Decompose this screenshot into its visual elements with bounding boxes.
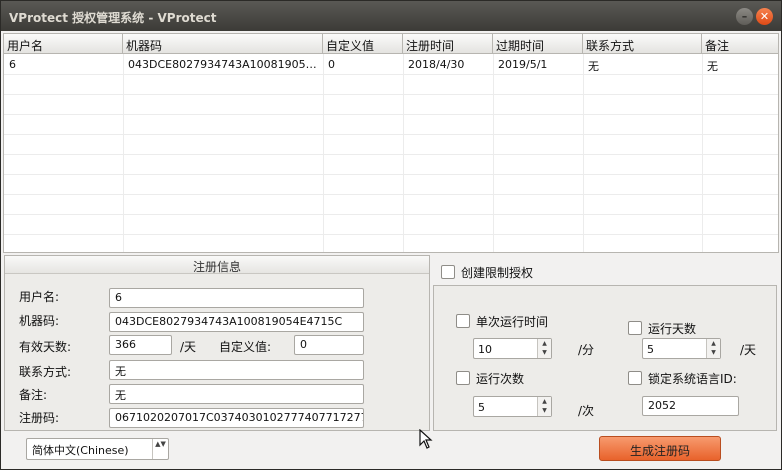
restrict-license-panel: 创建限制授权 单次运行时间 10 ▲ ▼ /分 运行天数 5 ▲ ▼ /天 运行次数…	[433, 255, 777, 431]
cell-note: 无	[707, 60, 718, 73]
language-select-value: 简体中文(Chinese)	[32, 444, 129, 457]
close-icon: ✕	[759, 10, 770, 23]
custom-value-input[interactable]: 0	[294, 335, 364, 355]
title-bar: VProtect 授权管理系统 - VProtect – ✕	[1, 1, 781, 31]
column-header-expire-time[interactable]: 过期时间	[493, 34, 583, 54]
run-count-checkbox[interactable]	[456, 371, 470, 385]
mouse-cursor-icon	[419, 429, 433, 449]
dropdown-icon[interactable]: ▲▼	[152, 439, 168, 459]
minimize-icon: –	[741, 10, 748, 23]
table-header: 用户名 机器码 自定义值 注册时间 过期时间 联系方式 备注	[4, 34, 778, 54]
machine-code-label: 机器码:	[19, 314, 60, 328]
username-label: 用户名:	[19, 290, 60, 304]
grid-line	[4, 174, 778, 175]
spin-down-icon[interactable]: ▼	[707, 348, 720, 357]
single-run-unit: /分	[578, 343, 595, 357]
grid-line	[4, 154, 778, 155]
spin-up-icon[interactable]: ▲	[538, 339, 551, 348]
minimize-button[interactable]: –	[736, 8, 753, 25]
grid-line	[4, 214, 778, 215]
run-count-spinner[interactable]: 5 ▲ ▼	[473, 396, 552, 417]
custom-value-label: 自定义值:	[219, 340, 272, 354]
cell-username: 6	[9, 58, 16, 71]
lock-language-checkbox[interactable]	[628, 371, 642, 385]
run-count-unit: /次	[578, 404, 595, 418]
registration-info-title: 注册信息	[5, 256, 429, 274]
cell-expire-time: 2019/5/1	[498, 58, 548, 71]
column-header-machine-code[interactable]: 机器码	[123, 34, 323, 54]
machine-code-input[interactable]: 043DCE8027934743A100819054E4715C	[109, 312, 364, 332]
note-input[interactable]: 无	[109, 384, 364, 404]
language-select[interactable]: 简体中文(Chinese) ▲▼	[26, 438, 169, 460]
run-days-spinner[interactable]: 5 ▲ ▼	[642, 338, 721, 359]
grid-line	[4, 114, 778, 115]
valid-days-input[interactable]: 366	[109, 335, 172, 355]
grid-line	[4, 194, 778, 195]
spin-up-icon[interactable]: ▲	[707, 339, 720, 348]
run-days-value: 5	[647, 343, 654, 356]
grid-line	[4, 134, 778, 135]
cell-custom-value: 0	[328, 58, 335, 71]
spin-up-icon[interactable]: ▲	[538, 397, 551, 406]
note-label: 备注:	[19, 388, 48, 402]
register-code-label: 注册码:	[19, 411, 60, 425]
cell-register-time: 2018/4/30	[408, 58, 465, 71]
create-restrict-checkbox[interactable]	[441, 265, 455, 279]
grid-line	[4, 94, 778, 95]
column-header-custom-value[interactable]: 自定义值	[323, 34, 403, 54]
single-run-value: 10	[478, 343, 492, 356]
column-header-username[interactable]: 用户名	[4, 34, 123, 54]
valid-days-label: 有效天数:	[19, 340, 72, 354]
spinner-arrows[interactable]: ▲ ▼	[537, 397, 551, 416]
grid-line	[4, 234, 778, 235]
grid-line	[4, 74, 778, 75]
contact-label: 联系方式:	[19, 365, 72, 379]
spin-down-icon[interactable]: ▼	[538, 348, 551, 357]
run-count-value: 5	[478, 401, 485, 414]
column-header-note[interactable]: 备注	[702, 34, 778, 54]
restrict-options-box: 单次运行时间 10 ▲ ▼ /分 运行天数 5 ▲ ▼ /天 运行次数 5 ▲ ▼ /…	[433, 285, 777, 431]
valid-days-unit: /天	[180, 340, 197, 354]
username-input[interactable]: 6	[109, 288, 364, 308]
column-header-contact[interactable]: 联系方式	[583, 34, 702, 54]
run-days-checkbox[interactable]	[628, 321, 642, 335]
run-days-unit: /天	[740, 343, 757, 357]
contact-input[interactable]: 无	[109, 360, 364, 380]
single-run-checkbox[interactable]	[456, 314, 470, 328]
cell-machine-code: 043DCE8027934743A100819054E4...	[128, 58, 323, 71]
window-title: VProtect 授权管理系统 - VProtect	[9, 11, 217, 25]
close-button[interactable]: ✕	[756, 8, 773, 25]
column-header-register-time[interactable]: 注册时间	[403, 34, 493, 54]
spin-down-icon[interactable]: ▼	[538, 406, 551, 415]
spinner-arrows[interactable]: ▲ ▼	[706, 339, 720, 358]
run-count-label: 运行次数	[476, 372, 525, 386]
run-days-label: 运行天数	[648, 322, 697, 336]
cell-contact: 无	[588, 60, 599, 73]
single-run-spinner[interactable]: 10 ▲ ▼	[473, 338, 552, 359]
create-restrict-label: 创建限制授权	[461, 266, 534, 280]
license-table[interactable]: 用户名 机器码 自定义值 注册时间 过期时间 联系方式 备注 6 043DCE8…	[3, 33, 779, 253]
generate-code-button[interactable]: 生成注册码	[599, 436, 721, 461]
lock-language-label: 锁定系统语言ID:	[648, 372, 737, 386]
lock-language-input[interactable]: 2052	[642, 396, 739, 416]
table-row[interactable]: 6 043DCE8027934743A100819054E4... 0 2018…	[4, 54, 778, 74]
registration-info-panel: 注册信息 用户名: 6 机器码: 043DCE8027934743A100819…	[4, 255, 430, 431]
app-window: VProtect 授权管理系统 - VProtect – ✕ 用户名 机器码 自…	[0, 0, 782, 470]
single-run-label: 单次运行时间	[476, 315, 549, 329]
register-code-input[interactable]: 0671020207017C03740301027774077172770400	[109, 408, 364, 428]
spinner-arrows[interactable]: ▲ ▼	[537, 339, 551, 358]
